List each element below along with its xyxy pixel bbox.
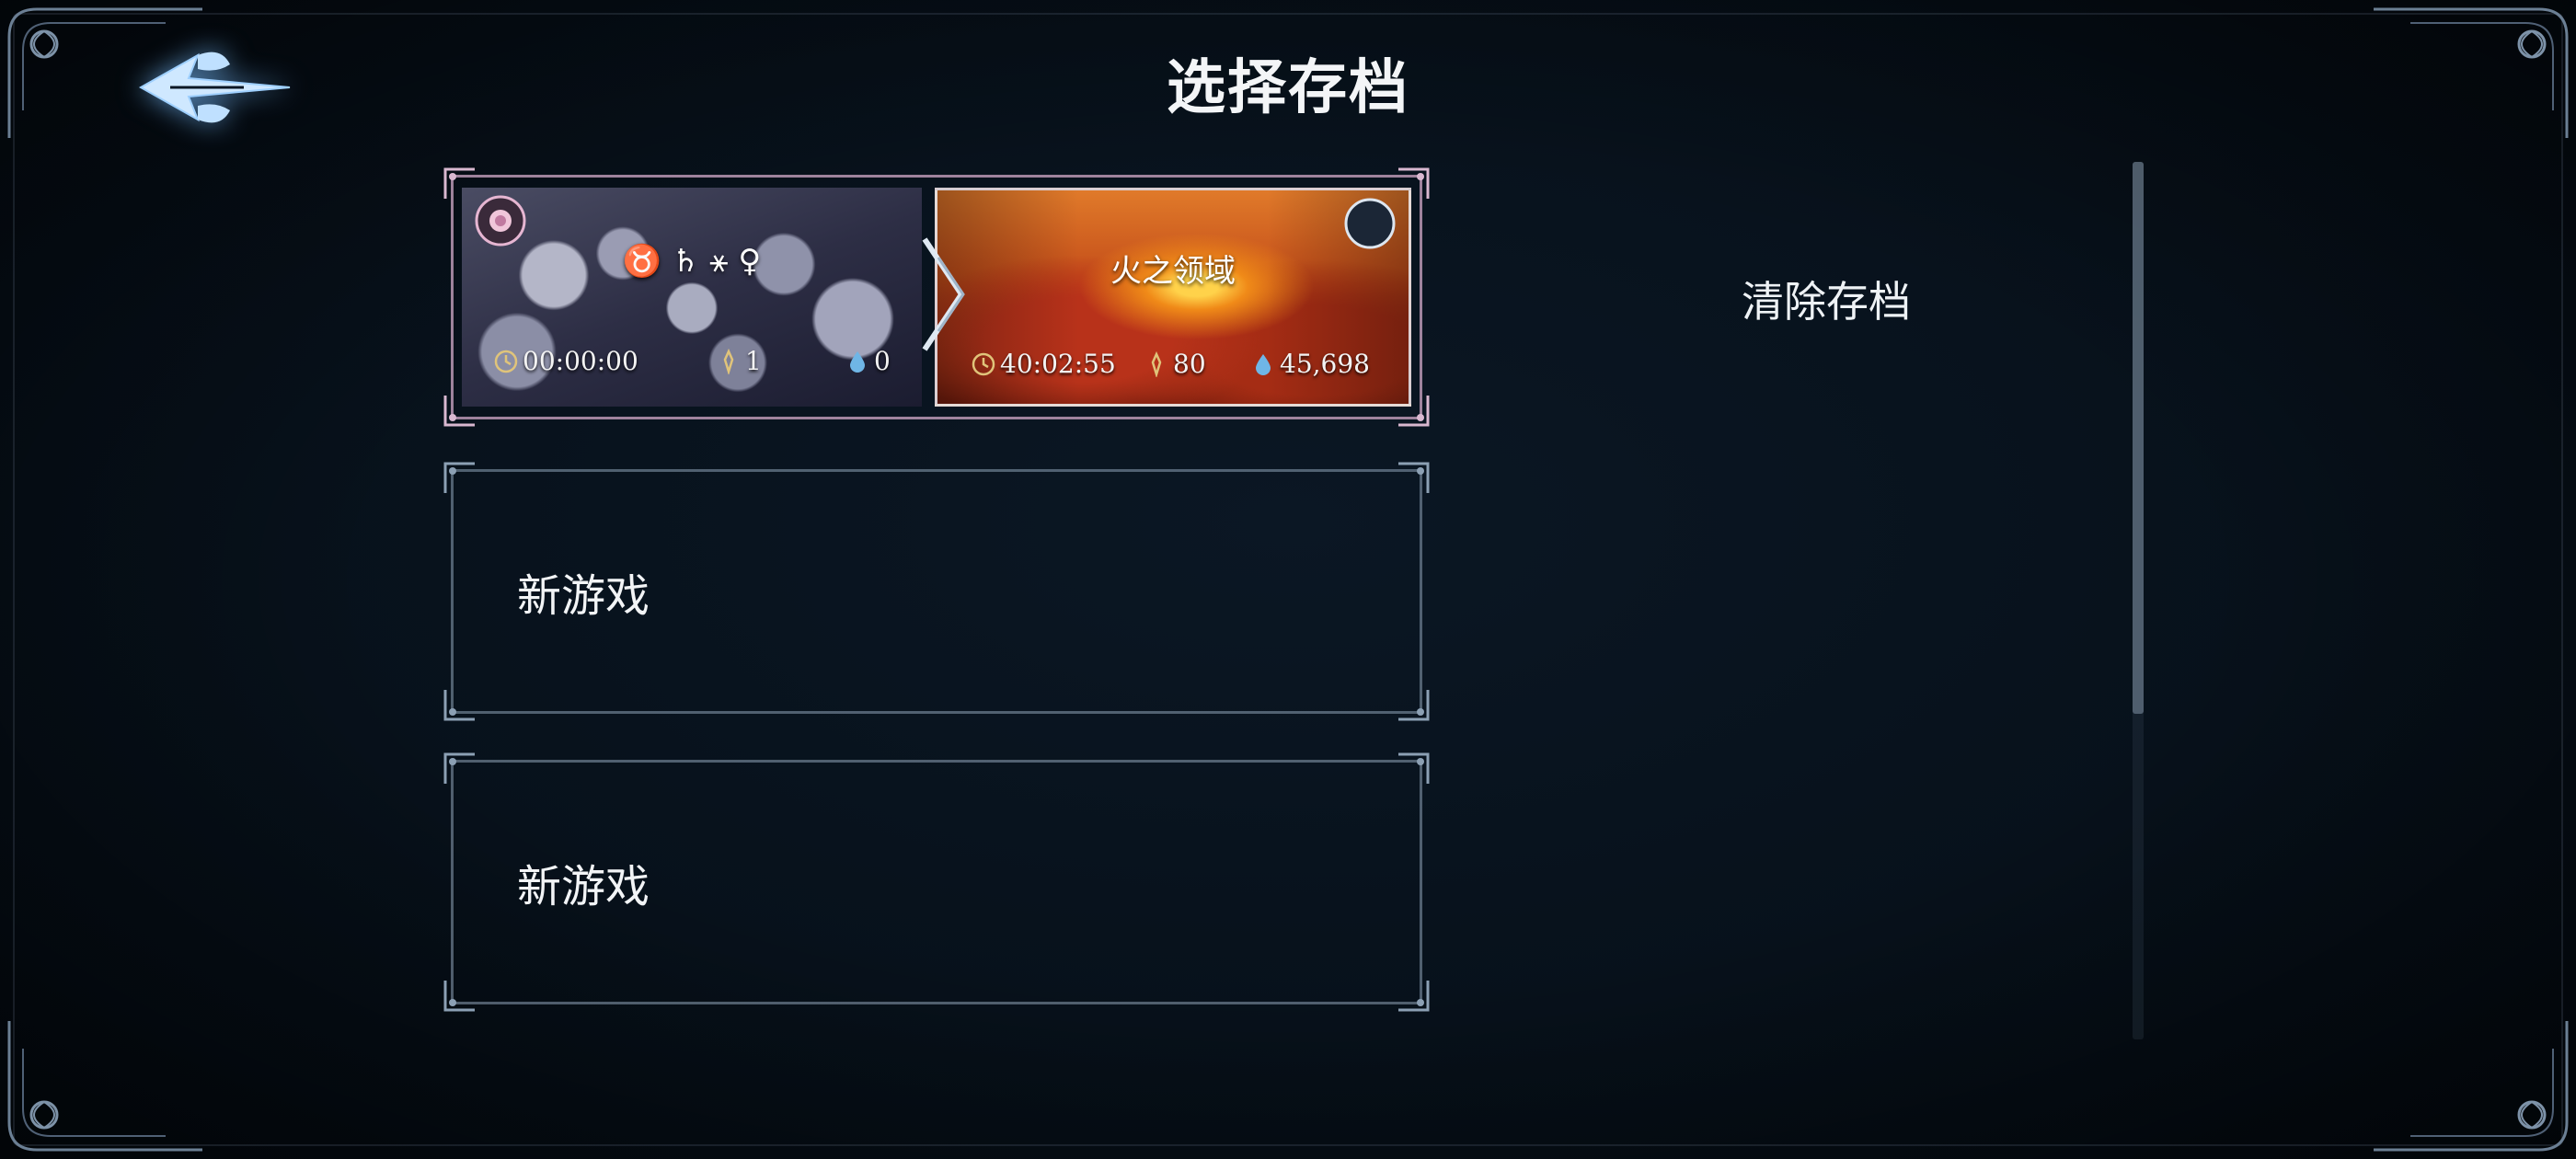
essence-value: 0	[874, 346, 891, 376]
drop-icon	[850, 350, 865, 373]
new-game-label: 新游戏	[517, 570, 650, 622]
save-slot-1[interactable]: ♉ ♄ ⚹ ♀ 00:00:00 1 0 火之领域 40:02:55 80 45…	[443, 167, 1430, 427]
save-slot-3[interactable]: 新游戏	[443, 752, 1430, 1012]
corner-ornament	[0, 1012, 212, 1159]
essence-stat: 45,698	[1250, 349, 1370, 379]
playtime-stat: 00:00:00	[493, 346, 638, 376]
playtime-value: 00:00:00	[523, 346, 638, 376]
playtime-stat: 40:02:55	[971, 349, 1116, 379]
frame-ornament	[442, 460, 478, 497]
playtime-value: 40:02:55	[1000, 349, 1116, 379]
frame-ornament	[442, 977, 478, 1014]
clear-save-button[interactable]: 清除存档	[1707, 267, 1946, 331]
save-character-left[interactable]: ♉ ♄ ⚹ ♀ 00:00:00 1 0	[462, 188, 922, 407]
level-value: 1	[745, 346, 762, 376]
new-game-label: 新游戏	[517, 861, 650, 912]
frame-ornament	[1395, 977, 1432, 1014]
frame-ornament	[442, 751, 478, 787]
level-icon	[1151, 350, 1162, 377]
clock-icon	[972, 352, 995, 375]
level-stat: 80	[1144, 349, 1206, 379]
area-name: 火之领域	[1110, 253, 1236, 290]
drop-icon	[1256, 353, 1271, 375]
frame-ornament	[1395, 460, 1432, 497]
essence-value: 45,698	[1280, 349, 1370, 379]
swap-character-icon[interactable]	[915, 230, 971, 359]
clock-icon	[494, 350, 518, 373]
frame-ornament	[442, 686, 478, 723]
frame-ornament	[1395, 751, 1432, 787]
scrollbar-thumb[interactable]	[2133, 162, 2144, 714]
level-stat: 1	[716, 346, 762, 376]
level-icon	[723, 348, 734, 374]
corner-ornament	[2364, 1012, 2576, 1159]
scrollbar[interactable]	[2133, 162, 2144, 1039]
save-slot-2[interactable]: 新游戏	[443, 462, 1430, 721]
page-title: 选择存档	[1167, 53, 1409, 122]
essence-stat: 0	[845, 346, 891, 376]
moon-emblem-icon	[1344, 198, 1396, 249]
rose-emblem-icon	[475, 195, 526, 247]
frame-ornament	[1395, 686, 1432, 723]
level-value: 80	[1173, 349, 1206, 379]
character-name: ♉ ♄ ⚹ ♀	[622, 243, 762, 280]
save-character-right[interactable]: 火之领域 40:02:55 80 45,698	[935, 188, 1411, 407]
